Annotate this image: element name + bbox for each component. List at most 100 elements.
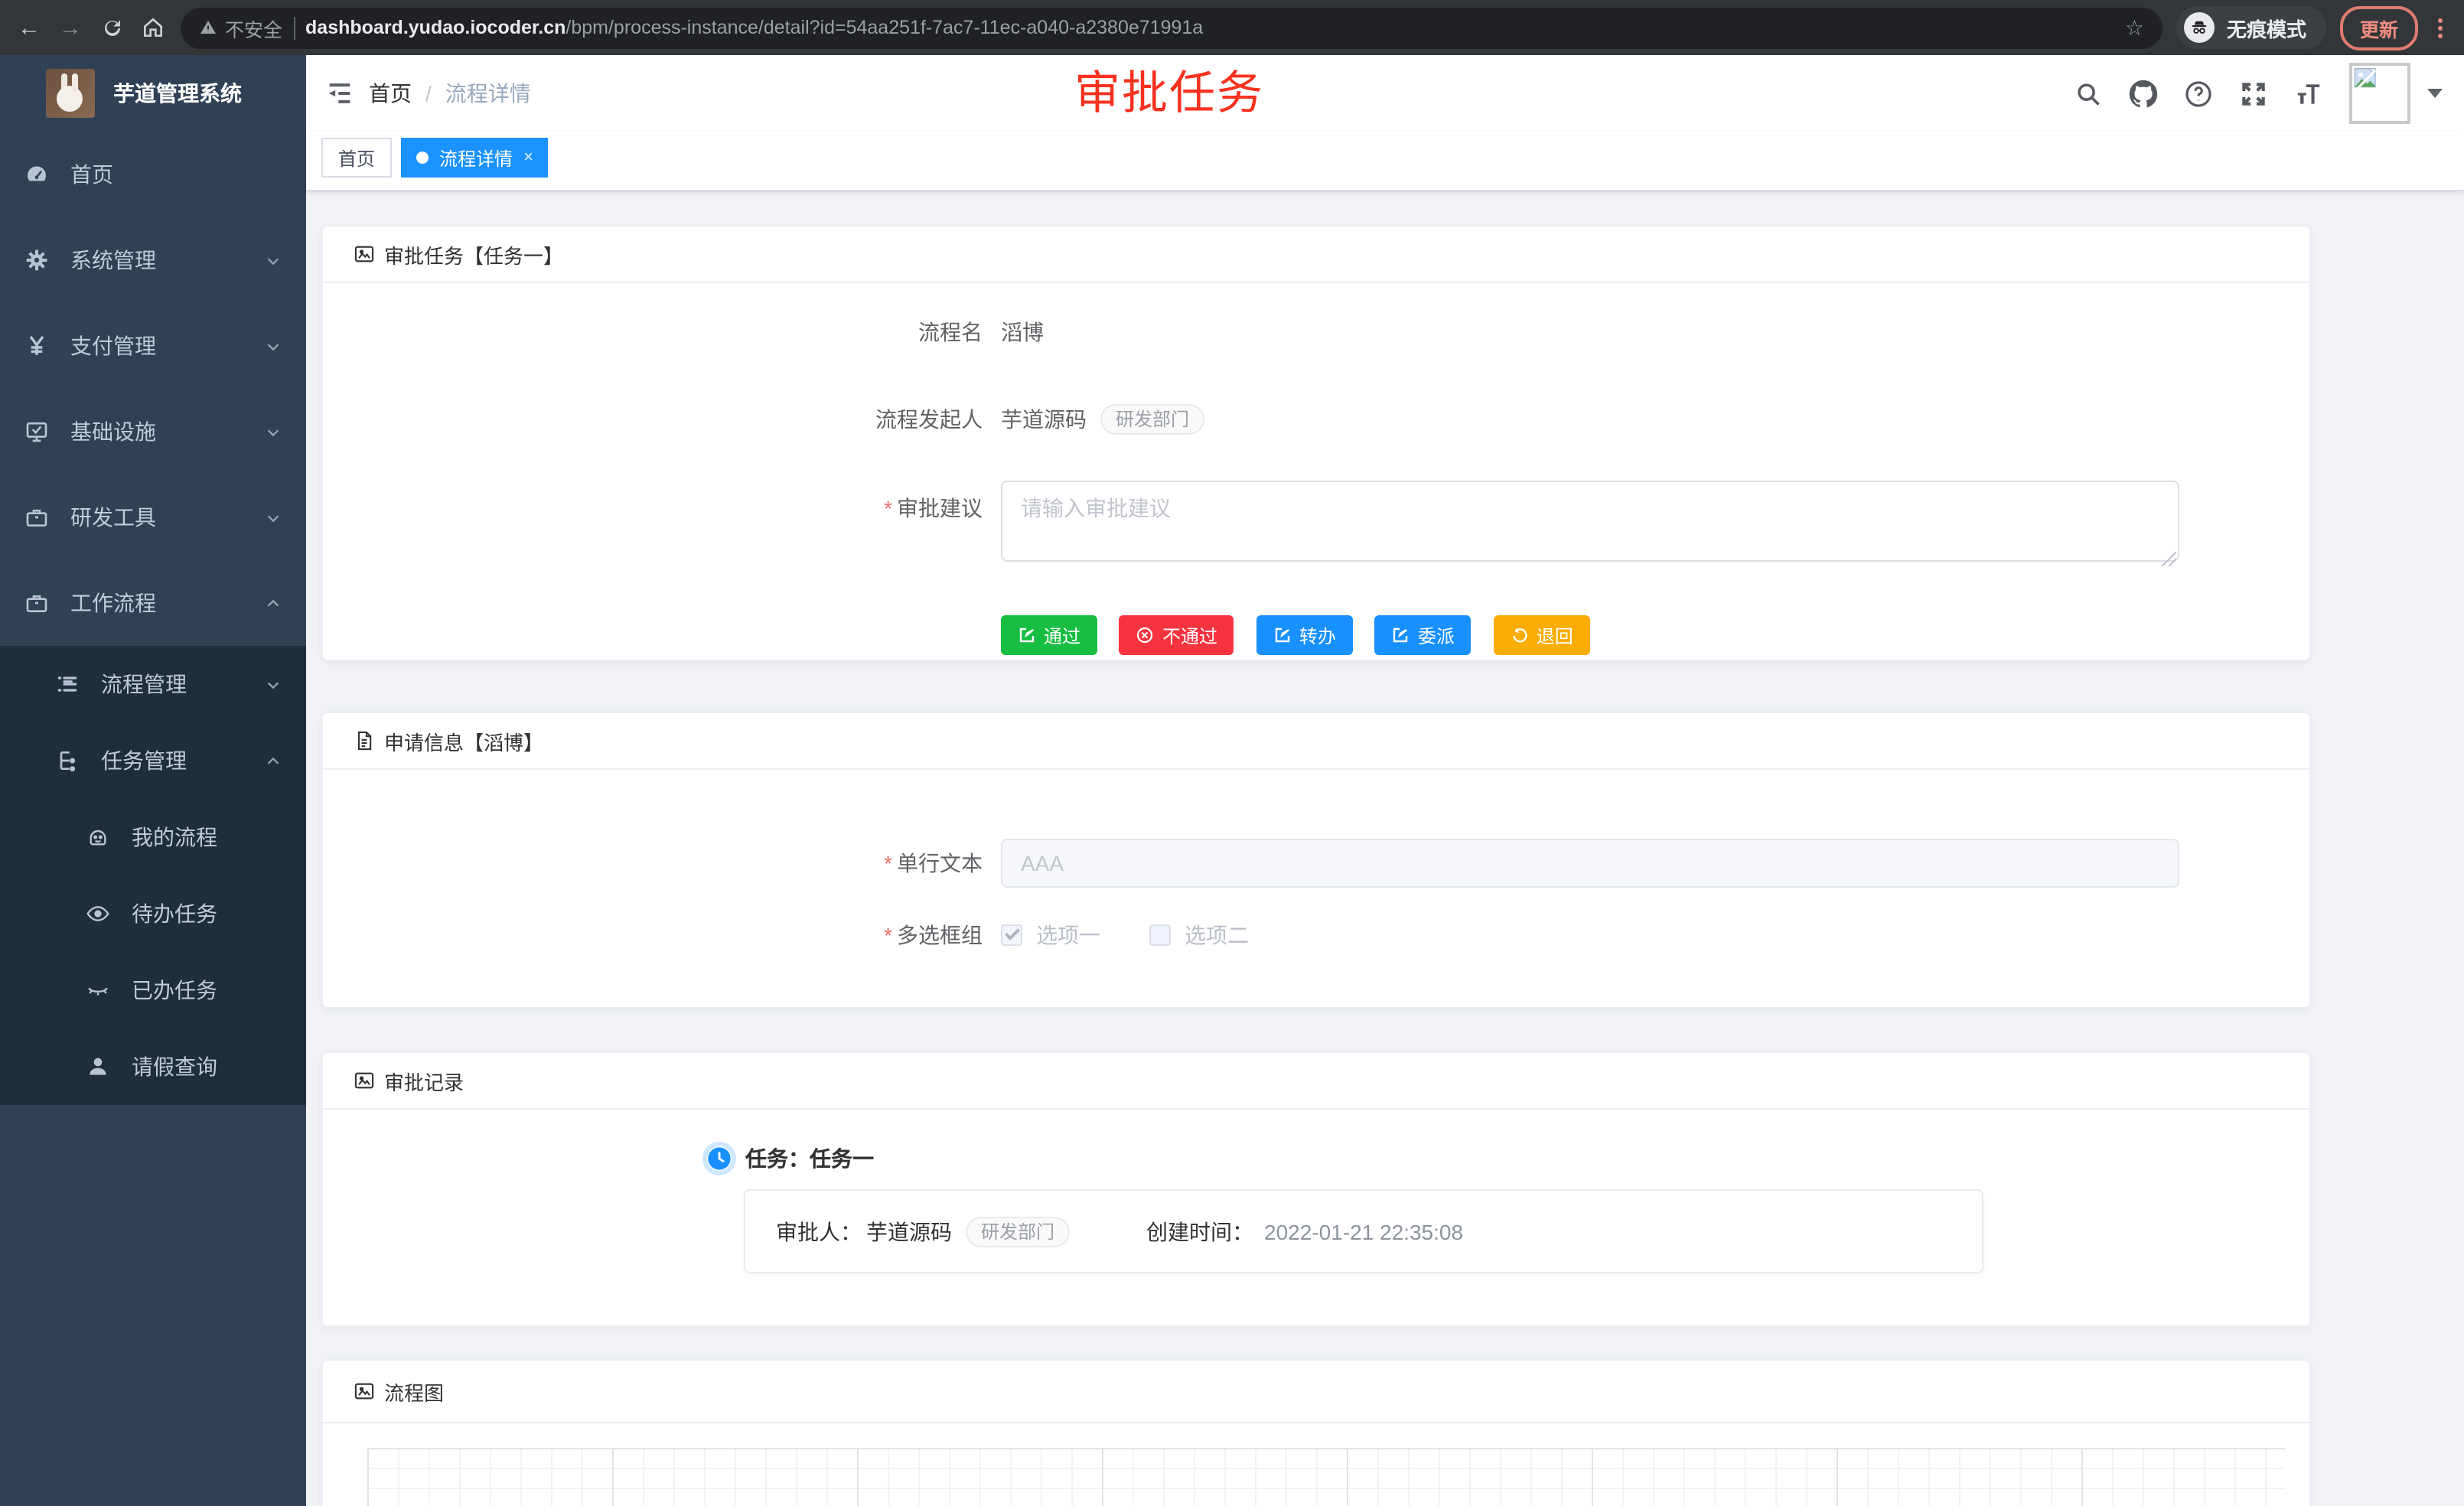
sidebar-item-system[interactable]: 系统管理 [0, 217, 306, 303]
edit-icon [1273, 626, 1292, 644]
tab-home[interactable]: 首页 [321, 138, 392, 178]
single-line-text-input [1001, 839, 2179, 888]
checkbox-option-1: 选项一 [1001, 920, 1100, 950]
help-icon[interactable] [2184, 79, 2213, 108]
reload-icon[interactable] [98, 14, 125, 41]
process-name-row: 流程名 滔博 [354, 311, 2279, 354]
process-diagram-card: 流程图 [321, 1359, 2311, 1506]
toolbox-icon [24, 505, 49, 530]
close-tab-icon[interactable]: × [523, 148, 533, 167]
back-icon[interactable]: ← [15, 14, 43, 41]
sidebar-item-payment[interactable]: 支付管理 [0, 303, 306, 389]
tree-icon [55, 748, 80, 773]
pass-button[interactable]: 通过 [1001, 615, 1097, 655]
chevron-down-icon [265, 423, 282, 440]
circle-close-icon [1136, 626, 1155, 644]
search-icon[interactable] [2074, 79, 2103, 108]
checkbox-group-row: *多选框组 选项一 选项二 [354, 914, 2279, 957]
sidebar-collapse-icon[interactable] [324, 78, 355, 109]
bpmn-canvas[interactable] [367, 1448, 2285, 1506]
chevron-down-icon [265, 337, 282, 354]
font-size-icon[interactable] [2294, 79, 2323, 108]
application-info-card-header: 申请信息【滔博】 [323, 713, 2309, 770]
bookmark-star-icon[interactable]: ☆ [2125, 15, 2144, 41]
home-icon[interactable] [139, 14, 167, 41]
transfer-button[interactable]: 转办 [1256, 615, 1353, 655]
picture-icon [354, 243, 375, 265]
initiator-value: 芋道源码 [1001, 404, 1087, 435]
security-indicator[interactable]: 不安全 [199, 13, 282, 42]
github-icon[interactable] [2129, 79, 2158, 108]
breadcrumb: 首页 / 流程详情 [369, 78, 531, 109]
card-title: 流程图 [384, 1377, 444, 1406]
task-detail-box: 审批人：芋道源码 研发部门 创建时间： 2022-01-21 22:35:08 [744, 1189, 1983, 1273]
chevron-up-icon [265, 595, 282, 611]
avatar-dropdown-caret[interactable] [2427, 89, 2443, 98]
approve-comment-textarea[interactable] [1001, 481, 2179, 562]
briefcase-icon [24, 591, 49, 615]
browser-menu-icon[interactable] [2432, 18, 2449, 37]
sidebar-item-my-process[interactable]: 我的流程 [0, 799, 306, 875]
robot-icon [86, 825, 110, 849]
sidebar-item-infrastructure[interactable]: 基础设施 [0, 389, 306, 474]
edit-icon [1018, 626, 1036, 644]
process-name-value: 滔博 [1001, 317, 1044, 347]
sidebar-item-workflow[interactable]: 工作流程 [0, 560, 306, 646]
gear-icon [24, 248, 49, 272]
checkbox-unchecked-icon [1149, 924, 1171, 946]
logo-rabbit-image [46, 69, 95, 118]
checkbox-checked-icon [1001, 924, 1022, 946]
dept-tag: 研发部门 [966, 1216, 1070, 1247]
annotation-text: 审批任务 [1074, 55, 1264, 122]
tab-process-detail[interactable]: 流程详情 × [401, 138, 549, 178]
breadcrumb-current: 流程详情 [445, 78, 531, 109]
app-header: 首页 / 流程详情 [306, 55, 2464, 132]
card-title: 申请信息【滔博】 [384, 726, 543, 755]
created-time-value: 2022-01-21 22:35:08 [1264, 1219, 1463, 1244]
timeline-task-row: 任务：任务一 [707, 1143, 2279, 1174]
approve-record-card-header: 审批记录 [323, 1053, 2309, 1110]
card-title: 审批记录 [384, 1066, 464, 1095]
return-button[interactable]: 退回 [1494, 615, 1590, 655]
required-asterisk: * [884, 923, 892, 947]
reject-button[interactable]: 不通过 [1120, 615, 1234, 655]
forward-icon[interactable]: → [57, 14, 84, 41]
application-info-card: 申请信息【滔博】 *单行文本 *多选框组 选项一 [321, 712, 2311, 1009]
chevron-down-icon [265, 676, 282, 693]
sidebar-item-process-management[interactable]: 流程管理 [0, 646, 306, 722]
browser-update-button[interactable]: 更新 [2340, 5, 2418, 50]
process-initiator-row: 流程发起人 芋道源码研发部门 [354, 398, 2279, 441]
breadcrumb-home[interactable]: 首页 [369, 78, 412, 109]
required-asterisk: * [884, 851, 892, 875]
dept-tag: 研发部门 [1100, 404, 1204, 435]
refresh-icon [1511, 626, 1529, 644]
sidebar-item-home[interactable]: 首页 [0, 132, 306, 217]
sidebar-item-done-tasks[interactable]: 已办任务 [0, 952, 306, 1028]
incognito-icon [2184, 12, 2215, 43]
sidebar-item-devtools[interactable]: 研发工具 [0, 474, 306, 560]
sidebar-item-task-management[interactable]: 任务管理 [0, 722, 306, 799]
fullscreen-icon[interactable] [2239, 79, 2268, 108]
approve-task-card-header: 审批任务【任务一】 [323, 227, 2309, 283]
single-line-text-row: *单行文本 [354, 839, 2279, 888]
approver-label: 审批人： [776, 1216, 862, 1247]
delegate-button[interactable]: 委派 [1375, 615, 1472, 655]
eye-closed-icon [86, 978, 110, 1002]
app-logo[interactable]: 芋道管理系统 [0, 55, 306, 132]
created-time-label: 创建时间： [1146, 1216, 1253, 1247]
approve-timeline: 任务：任务一 审批人：芋道源码 研发部门 创建时间： 2022-01-21 22… [323, 1110, 2309, 1273]
sidebar-item-todo-tasks[interactable]: 待办任务 [0, 875, 306, 952]
sidebar-item-leave-query[interactable]: 请假查询 [0, 1028, 306, 1105]
page-content: 审批任务【任务一】 流程名 滔博 流程发起人 芋道源码研发部门 *审批建议 [306, 191, 2464, 1506]
clock-icon [707, 1146, 732, 1171]
address-bar[interactable]: 不安全 dashboard.yudao.iocoder.cn/bpm/proce… [181, 7, 2163, 48]
user-icon [86, 1055, 110, 1079]
active-tab-dot [416, 152, 429, 164]
task-title: 任务：任务一 [745, 1143, 874, 1174]
avatar[interactable] [2349, 63, 2410, 124]
dashboard-icon [24, 162, 49, 187]
tags-view-bar: 首页 流程详情 × [306, 132, 2464, 191]
picture-icon [354, 1070, 375, 1091]
approve-record-card: 审批记录 任务：任务一 审批人：芋道源码 研发部门 创建时间： 2022-01 [321, 1051, 2311, 1327]
url-text: dashboard.yudao.iocoder.cn/bpm/process-i… [305, 17, 2114, 38]
